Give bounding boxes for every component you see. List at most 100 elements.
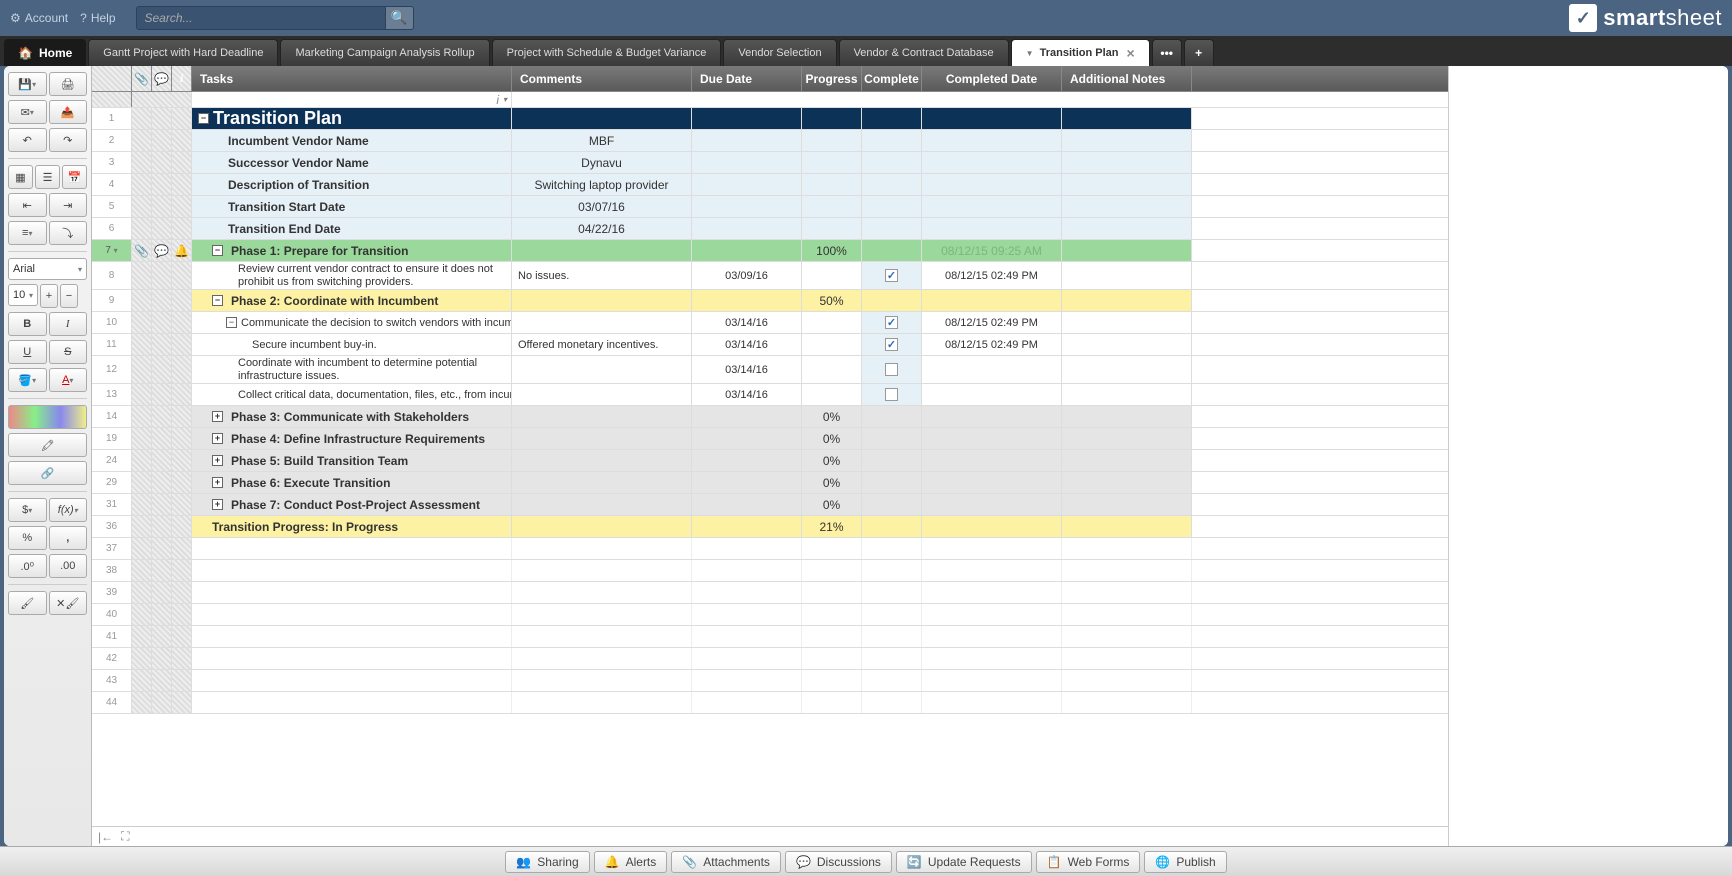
tab-schedule[interactable]: Project with Schedule & Budget Variance xyxy=(492,39,722,66)
update-requests-button[interactable]: 🔄Update Requests xyxy=(896,851,1032,873)
checkbox-unchecked-icon[interactable] xyxy=(885,363,898,376)
search-input[interactable] xyxy=(136,6,386,30)
table-row[interactable]: 4Description of TransitionSwitching lapt… xyxy=(92,174,1448,196)
wrap-button[interactable]: ⤵ xyxy=(49,221,88,245)
print-button[interactable]: 🖨 xyxy=(49,72,88,96)
text-color-button[interactable]: A▾ xyxy=(49,368,88,392)
table-row[interactable]: 39 xyxy=(92,582,1448,604)
font-size-select[interactable]: 10▾ xyxy=(8,284,38,306)
help-link[interactable]: ? Help xyxy=(80,11,115,25)
increase-decimal-button[interactable]: .00 xyxy=(49,554,88,578)
tab-transition-plan[interactable]: ▼ Transition Plan × xyxy=(1011,39,1150,66)
table-row[interactable]: 37 xyxy=(92,538,1448,560)
thousands-button[interactable]: , xyxy=(49,526,88,550)
table-row[interactable]: 41 xyxy=(92,626,1448,648)
indent-button[interactable]: ⇥ xyxy=(49,193,88,217)
table-row[interactable]: 24+Phase 5: Build Transition Team0% xyxy=(92,450,1448,472)
collapse-icon[interactable]: − xyxy=(198,113,209,124)
table-row[interactable]: 40 xyxy=(92,604,1448,626)
discussion-column-icon[interactable]: 💬 xyxy=(152,66,172,91)
expand-icon[interactable]: + xyxy=(212,499,223,510)
discussion-icon[interactable]: 💬 xyxy=(152,240,172,261)
col-complete[interactable]: Complete xyxy=(862,66,922,91)
clear-format-button[interactable]: ✕🖌 xyxy=(49,591,88,615)
align-button[interactable]: ≡▾ xyxy=(8,221,47,245)
table-row[interactable]: 13Collect critical data, documentation, … xyxy=(92,384,1448,406)
table-row[interactable]: 43 xyxy=(92,670,1448,692)
dropdown-icon[interactable]: ▾ xyxy=(503,95,507,104)
table-row[interactable]: 14+Phase 3: Communicate with Stakeholder… xyxy=(92,406,1448,428)
sheet-rows[interactable]: 1 −Transition Plan 2Incumbent Vendor Nam… xyxy=(92,108,1448,826)
tab-overflow-button[interactable]: ••• xyxy=(1152,39,1182,66)
fullscreen-icon[interactable]: ⛶ xyxy=(121,829,129,844)
attachments-button[interactable]: 📎Attachments xyxy=(671,851,781,873)
table-row[interactable]: 12Coordinate with incumbent to determine… xyxy=(92,356,1448,384)
table-row[interactable]: 8Review current vendor contract to ensur… xyxy=(92,262,1448,290)
expand-icon[interactable]: + xyxy=(212,433,223,444)
table-row[interactable]: 31+Phase 7: Conduct Post-Project Assessm… xyxy=(92,494,1448,516)
table-row[interactable]: 36Transition Progress: In Progress21% xyxy=(92,516,1448,538)
expand-icon[interactable]: + xyxy=(212,477,223,488)
sharing-button[interactable]: 👥Sharing xyxy=(505,851,589,873)
font-increase-button[interactable]: + xyxy=(40,284,58,308)
dropdown-icon[interactable]: ▼ xyxy=(1026,49,1034,58)
expand-icon[interactable]: + xyxy=(212,411,223,422)
table-row[interactable]: 5Transition Start Date03/07/16 xyxy=(92,196,1448,218)
search-button[interactable]: 🔍 xyxy=(386,6,414,30)
fill-color-button[interactable]: 🪣▾ xyxy=(8,368,47,392)
collapse-icon[interactable]: − xyxy=(226,317,237,328)
undo-button[interactable]: ↶ xyxy=(8,128,47,152)
col-notes[interactable]: Additional Notes xyxy=(1062,66,1192,91)
table-row[interactable]: 9−Phase 2: Coordinate with Incumbent50% xyxy=(92,290,1448,312)
email-button[interactable]: ✉▾ xyxy=(8,100,47,124)
save-button[interactable]: 💾▾ xyxy=(8,72,47,96)
expand-icon[interactable]: + xyxy=(212,455,223,466)
table-row[interactable]: 19+Phase 4: Define Infrastructure Requir… xyxy=(92,428,1448,450)
tab-vendor-selection[interactable]: Vendor Selection xyxy=(723,39,836,66)
bold-button[interactable]: B xyxy=(8,312,47,336)
conditional-format-button[interactable] xyxy=(8,405,87,429)
tab-vendor-db[interactable]: Vendor & Contract Database xyxy=(839,39,1009,66)
reminder-icon[interactable]: 🔔 xyxy=(172,240,192,261)
discussions-button[interactable]: 💬Discussions xyxy=(785,851,892,873)
table-row[interactable]: 3Successor Vendor NameDynavu xyxy=(92,152,1448,174)
table-row[interactable]: 10−Communicate the decision to switch ve… xyxy=(92,312,1448,334)
table-row[interactable]: 6Transition End Date04/22/16 xyxy=(92,218,1448,240)
checkbox-checked-icon[interactable]: ✓ xyxy=(885,338,898,351)
gantt-view-button[interactable]: ☰ xyxy=(35,165,60,189)
decrease-decimal-button[interactable]: .0⁰ xyxy=(8,554,47,578)
underline-button[interactable]: U xyxy=(8,340,47,364)
font-select[interactable]: Arial▾ xyxy=(8,258,87,280)
formula-button[interactable]: f(x)▾ xyxy=(49,498,88,522)
collapse-icon[interactable]: − xyxy=(212,295,223,306)
tab-gantt[interactable]: Gantt Project with Hard Deadline xyxy=(88,39,278,66)
table-row[interactable]: 2Incumbent Vendor NameMBF xyxy=(92,130,1448,152)
checkbox-checked-icon[interactable]: ✓ xyxy=(885,269,898,282)
export-button[interactable]: 📤 xyxy=(49,100,88,124)
table-row[interactable]: 7 ▾📎💬🔔−Phase 1: Prepare for Transition10… xyxy=(92,240,1448,262)
link-button[interactable]: 🔗 xyxy=(8,461,87,485)
checkbox-checked-icon[interactable]: ✓ xyxy=(885,316,898,329)
table-row[interactable]: 42 xyxy=(92,648,1448,670)
outdent-button[interactable]: ⇤ xyxy=(8,193,47,217)
table-row[interactable]: 1 −Transition Plan xyxy=(92,108,1448,130)
calendar-view-button[interactable]: 📅 xyxy=(62,165,87,189)
grid-view-button[interactable]: ▦ xyxy=(8,165,33,189)
table-row[interactable]: 38 xyxy=(92,560,1448,582)
table-row[interactable]: 44 xyxy=(92,692,1448,714)
attachment-column-icon[interactable]: 📎 xyxy=(132,66,152,91)
percent-button[interactable]: % xyxy=(8,526,47,550)
col-progress[interactable]: Progress xyxy=(802,66,862,91)
redo-button[interactable]: ↷ xyxy=(49,128,88,152)
format-painter-button[interactable]: 🖌 xyxy=(8,591,47,615)
checkbox-unchecked-icon[interactable] xyxy=(885,388,898,401)
table-row[interactable]: 11Secure incumbent buy-in.Offered moneta… xyxy=(92,334,1448,356)
currency-button[interactable]: $▾ xyxy=(8,498,47,522)
col-completed-date[interactable]: Completed Date xyxy=(922,66,1062,91)
close-icon[interactable]: × xyxy=(1127,45,1135,61)
goto-icon[interactable]: |← xyxy=(98,830,113,844)
publish-button[interactable]: 🌐Publish xyxy=(1144,851,1226,873)
tab-marketing[interactable]: Marketing Campaign Analysis Rollup xyxy=(280,39,489,66)
strike-button[interactable]: S xyxy=(49,340,88,364)
web-forms-button[interactable]: 📋Web Forms xyxy=(1036,851,1141,873)
